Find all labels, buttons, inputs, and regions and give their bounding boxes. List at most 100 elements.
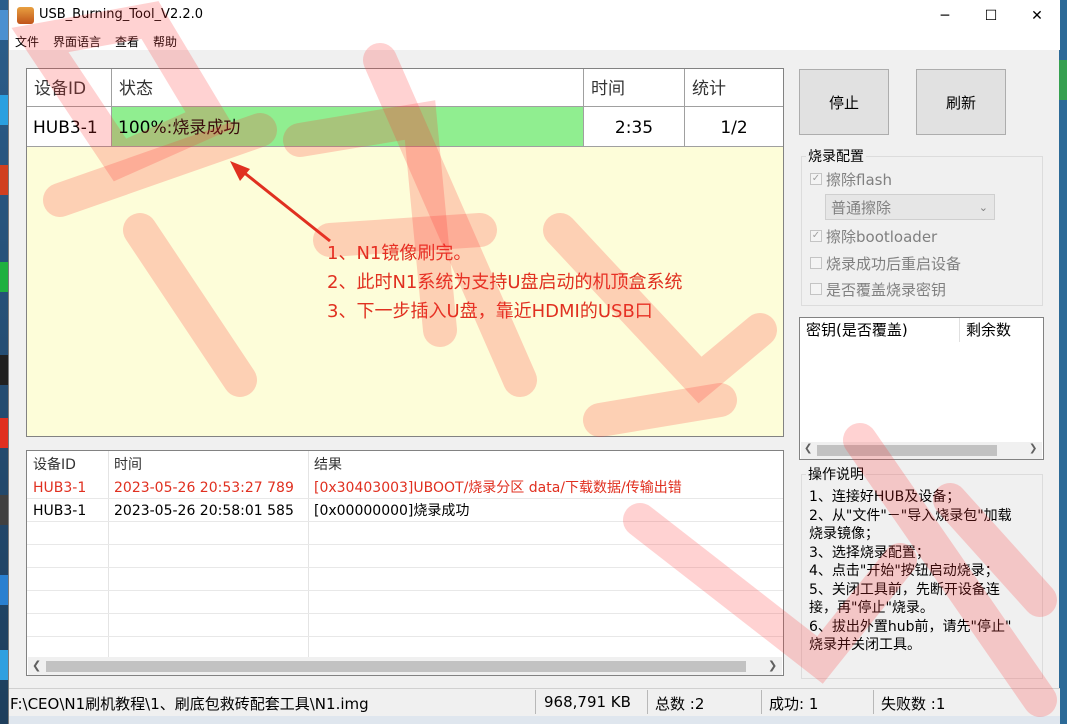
title-bar: USB_Burning_Tool_V2.2.0 ─ ☐ ✕ xyxy=(9,0,1060,32)
desktop-icon[interactable] xyxy=(0,10,8,40)
scroll-right-icon[interactable]: ❯ xyxy=(768,659,777,672)
menu-language[interactable]: 界面语言 xyxy=(53,33,101,50)
success-count: 成功: 1 xyxy=(769,695,819,713)
app-icon xyxy=(17,7,34,24)
burn-config-title: 烧录配置 xyxy=(806,146,866,166)
log-row-2-id[interactable]: HUB3-1 xyxy=(27,498,86,521)
scroll-thumb[interactable] xyxy=(46,661,746,672)
log-row-1-result[interactable]: [0x30403003]UBOOT/烧录分区 data/下载数据/传输出错 xyxy=(308,475,682,498)
erase-mode-select[interactable]: 普通擦除 ⌄ xyxy=(825,194,995,220)
image-path: F:\CEO\N1刷机教程\1、刷底包救砖配套工具\N1.img xyxy=(10,695,369,713)
chevron-down-icon: ⌄ xyxy=(978,201,988,214)
desktop-icon[interactable] xyxy=(0,418,8,448)
key-table: 密钥(是否覆盖) 剩余数 ❮ ❯ xyxy=(799,317,1044,460)
annotation-line-2: 2、此时N1系统为支持U盘启动的机顶盒系统 xyxy=(327,272,683,293)
device-table-header: 设备ID 状态 时间 统计 xyxy=(27,69,783,107)
fail-count: 失败数 :1 xyxy=(881,695,946,713)
annotation-line-1: 1、N1镜像刷完。 xyxy=(327,243,472,264)
desktop-icon[interactable] xyxy=(0,262,8,292)
log-row-line xyxy=(27,567,783,568)
scroll-thumb[interactable] xyxy=(817,445,997,456)
log-row-line xyxy=(27,590,783,591)
log-row-line xyxy=(27,498,783,499)
total-count: 总数 :2 xyxy=(655,695,705,713)
device-time-cell[interactable]: 2:35 xyxy=(584,107,685,147)
desktop-icon[interactable] xyxy=(0,495,8,525)
refresh-button[interactable]: 刷新 xyxy=(916,69,1006,135)
status-divider xyxy=(873,690,874,714)
desktop-icon[interactable] xyxy=(0,165,8,195)
log-table: 设备ID 时间 结果 HUB3-1 2023-05-26 20:53:27 78… xyxy=(26,450,784,676)
log-header-id[interactable]: 设备ID xyxy=(27,452,76,475)
log-header-result[interactable]: 结果 xyxy=(308,452,342,475)
device-id-cell[interactable]: HUB3-1 xyxy=(27,107,112,147)
col-status[interactable]: 状态 xyxy=(112,69,584,106)
instruction-line: 接，再"停止"烧录。 xyxy=(809,600,934,616)
key-header-remaining[interactable]: 剩余数 xyxy=(960,318,1043,342)
desktop-icon[interactable] xyxy=(0,575,8,605)
device-count-cell[interactable]: 1/2 xyxy=(685,107,783,147)
scroll-right-icon[interactable]: ❯ xyxy=(1029,443,1037,454)
device-status-cell[interactable]: 100%:烧录成功 xyxy=(112,107,584,147)
col-count[interactable]: 统计 xyxy=(685,69,783,106)
instruction-line: 3、选择烧录配置； xyxy=(809,544,930,561)
maximize-button[interactable]: ☐ xyxy=(968,0,1014,32)
instruction-line: 4、点击"开始"按钮启动烧录； xyxy=(809,563,999,579)
desktop-icon[interactable] xyxy=(1059,60,1067,100)
log-row-line xyxy=(27,636,783,637)
log-row-line xyxy=(27,521,783,522)
instruction-line: 6、拔出外置hub前，请先"停止" xyxy=(809,618,1012,635)
erase-flash-label: 擦除flash xyxy=(826,171,892,189)
desktop-icon[interactable] xyxy=(0,650,8,680)
status-divider xyxy=(647,690,648,714)
status-divider xyxy=(761,690,762,714)
instructions-title: 操作说明 xyxy=(806,464,866,484)
reboot-after-checkbox[interactable] xyxy=(810,257,822,269)
desktop-icon[interactable] xyxy=(0,95,8,125)
instruction-line: 烧录镜像； xyxy=(809,526,879,542)
desktop-right-strip xyxy=(1059,0,1067,724)
desktop-icon[interactable] xyxy=(0,355,8,385)
image-size: 968,791 KB xyxy=(544,693,631,711)
instructions-list: 1、连接好HUB及设备； 2、从"文件"－"导入烧录包"加载 烧录镜像； 3、选… xyxy=(809,488,1012,655)
log-row-1-id[interactable]: HUB3-1 xyxy=(27,475,86,498)
log-row-1-time[interactable]: 2023-05-26 20:53:27 789 xyxy=(108,475,294,498)
key-header-key[interactable]: 密钥(是否覆盖) xyxy=(800,318,960,342)
minimize-button[interactable]: ─ xyxy=(922,0,968,32)
log-row-2-result[interactable]: [0x00000000]烧录成功 xyxy=(308,498,469,521)
overwrite-key-checkbox[interactable] xyxy=(810,283,822,295)
instruction-line: 1、连接好HUB及设备； xyxy=(809,489,961,505)
taskbar-strip xyxy=(9,716,1060,724)
app-window: USB_Burning_Tool_V2.2.0 ─ ☐ ✕ 文件 界面语言 查看… xyxy=(8,0,1060,724)
instruction-line: 5、关闭工具前，先断开设备连 xyxy=(809,581,1000,598)
erase-bootloader-label: 擦除bootloader xyxy=(826,228,938,246)
instruction-line: 2、从"文件"－"导入烧录包"加载 xyxy=(809,507,1012,524)
reboot-after-label: 烧录成功后重启设备 xyxy=(826,255,962,273)
menu-file[interactable]: 文件 xyxy=(15,33,39,50)
log-row-line xyxy=(27,613,783,614)
desktop-left-strip xyxy=(0,0,8,724)
window-title: USB_Burning_Tool_V2.2.0 xyxy=(39,7,204,22)
instruction-line: 烧录并关闭工具。 xyxy=(809,637,921,653)
status-divider xyxy=(535,690,536,714)
erase-bootloader-checkbox[interactable]: ✓ xyxy=(810,230,822,242)
log-horizontal-scrollbar[interactable]: ❮ ❯ xyxy=(28,657,782,675)
log-row-line xyxy=(27,544,783,545)
log-header-time[interactable]: 时间 xyxy=(108,452,142,475)
scroll-left-icon[interactable]: ❮ xyxy=(804,443,812,454)
erase-mode-value: 普通擦除 xyxy=(831,199,892,217)
col-device-id[interactable]: 设备ID xyxy=(27,69,112,106)
close-button[interactable]: ✕ xyxy=(1014,0,1060,32)
device-table: 设备ID 状态 时间 统计 HUB3-1 100%:烧录成功 2:35 1/2 … xyxy=(26,68,784,437)
scroll-left-icon[interactable]: ❮ xyxy=(32,659,41,672)
col-time[interactable]: 时间 xyxy=(584,69,685,106)
stop-button[interactable]: 停止 xyxy=(799,69,889,135)
menu-view[interactable]: 查看 xyxy=(115,33,139,50)
annotation-arrow-icon xyxy=(230,161,331,243)
erase-flash-checkbox[interactable]: ✓ xyxy=(810,173,822,185)
annotation-line-3: 3、下一步插入U盘，靠近HDMI的USB口 xyxy=(327,301,653,322)
key-horizontal-scrollbar[interactable]: ❮ ❯ xyxy=(801,442,1042,459)
log-row-2-time[interactable]: 2023-05-26 20:58:01 585 xyxy=(108,498,294,521)
menu-help[interactable]: 帮助 xyxy=(153,33,177,50)
overwrite-key-label: 是否覆盖烧录密钥 xyxy=(826,281,947,299)
